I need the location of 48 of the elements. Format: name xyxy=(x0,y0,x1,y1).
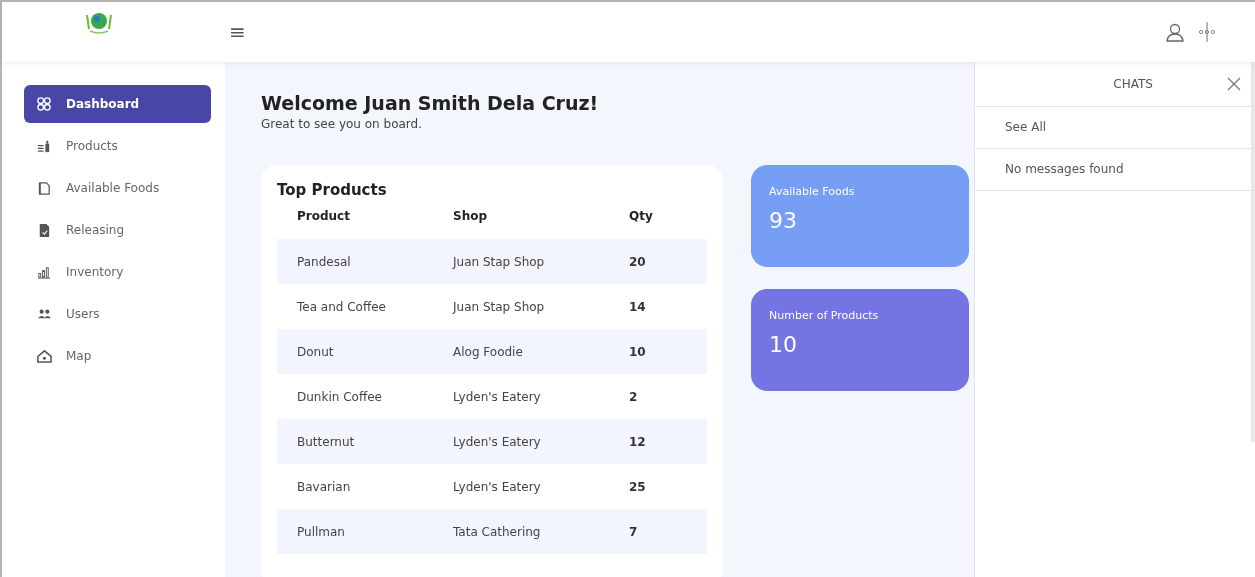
welcome-title: Welcome Juan Smith Dela Cruz! xyxy=(261,92,600,114)
table-cell-text: 2 xyxy=(628,389,639,404)
table-cell-text: Lyden's Eatery xyxy=(452,434,542,449)
menu-button[interactable]: ≡ xyxy=(225,20,250,44)
table-cell-text: 7 xyxy=(628,524,639,539)
sidebar-item[interactable]: Dashboard xyxy=(24,85,211,123)
table-cell-text: Dunkin Coffee xyxy=(296,389,383,404)
chat-title: CHATS xyxy=(1113,77,1153,91)
home-icon xyxy=(36,348,52,364)
sidebar-item[interactable]: Available Foods xyxy=(24,169,211,207)
table-cell-text: Pandesal xyxy=(296,254,352,269)
table-cell-text: 14 xyxy=(628,299,647,314)
welcome-subtitle: Great to see you on board. xyxy=(261,117,423,131)
column-header: Shop xyxy=(452,209,489,223)
stat-label: Number of Products xyxy=(769,309,880,322)
table-cell-text: Tata Cathering xyxy=(452,524,542,539)
table-cell-text: Lyden's Eatery xyxy=(452,479,542,494)
sidebar-item[interactable]: Map xyxy=(24,337,211,375)
close-icon[interactable] xyxy=(1227,77,1241,91)
grid-icon xyxy=(36,96,52,112)
table-cell-text: 12 xyxy=(628,434,647,449)
table-cell-text: 10 xyxy=(628,344,647,359)
table-cell-text: Alog Foodie xyxy=(452,344,524,359)
user-icon[interactable] xyxy=(1165,22,1185,42)
stat-value: 93 xyxy=(769,208,798,233)
table-cell-text: Bavarian xyxy=(296,479,352,494)
table-cell-text: Donut xyxy=(296,344,335,359)
table-cell-text: 20 xyxy=(628,254,647,269)
table-cell-text: Juan Stap Shop xyxy=(451,299,546,314)
column-header: Qty xyxy=(628,209,654,223)
stat-label: Available Foods xyxy=(769,185,856,198)
options-icon[interactable] xyxy=(1197,21,1217,43)
bar-chart-icon xyxy=(36,264,52,280)
table-cell-text: Juan Stap Shop xyxy=(451,254,546,269)
column-header: Product xyxy=(296,209,351,223)
sidebar-item[interactable]: Users xyxy=(24,295,211,333)
card-title: Top Products xyxy=(277,181,388,199)
sidebar-item[interactable]: Inventory xyxy=(24,253,211,291)
table-cell-text: 25 xyxy=(628,479,647,494)
table-cell-text: Lyden's Eatery xyxy=(452,389,542,404)
table-cell-text: Butternut xyxy=(296,434,356,449)
table-cell-text: Pullman xyxy=(296,524,346,539)
sidebar-item[interactable]: Products xyxy=(24,127,211,165)
sidebar-item[interactable]: Releasing xyxy=(24,211,211,249)
list-icon xyxy=(36,138,52,154)
stat-value: 10 xyxy=(769,332,798,357)
table-cell-text: Tea and Coffee xyxy=(296,299,387,314)
box-icon xyxy=(36,180,52,196)
